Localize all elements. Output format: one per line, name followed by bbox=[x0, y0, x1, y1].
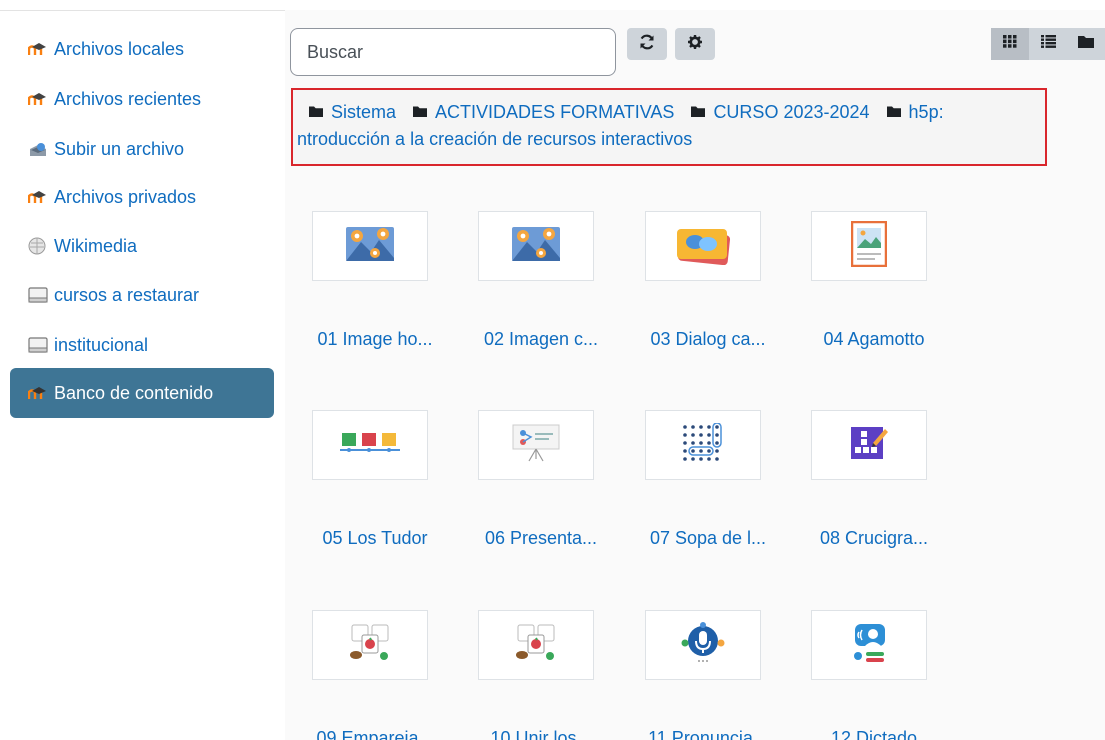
file-thumbnail bbox=[312, 610, 428, 680]
file-thumbnail bbox=[312, 211, 428, 281]
file-thumbnail bbox=[312, 410, 428, 480]
file-name: 02 Imagen c... bbox=[483, 329, 599, 349]
sidebar-item-archivos-locales[interactable]: Archivos locales bbox=[10, 24, 274, 74]
file-thumbnail bbox=[811, 610, 927, 680]
file-name: 04 Agamotto bbox=[823, 329, 925, 349]
search-input[interactable] bbox=[290, 28, 616, 76]
file-item[interactable]: 12 Dictado bbox=[799, 610, 959, 740]
moodle-logo-icon bbox=[28, 187, 50, 207]
file-thumbnail bbox=[478, 211, 594, 281]
sidebar-item-label: Wikimedia bbox=[54, 235, 138, 256]
upload-icon bbox=[28, 139, 50, 159]
breadcrumb-item-curso[interactable]: CURSO 2023-2024 bbox=[713, 102, 869, 122]
file-item[interactable]: 04 Agamotto bbox=[799, 211, 959, 371]
folder-icon bbox=[309, 98, 323, 124]
image-hotspot-icon bbox=[345, 226, 395, 267]
moodle-logo-icon bbox=[28, 39, 50, 59]
file-name: 11 Pronuncia... bbox=[648, 728, 768, 740]
speak-words-icon bbox=[679, 621, 727, 670]
folder-icon bbox=[691, 98, 706, 124]
sidebar-item-institucional[interactable]: institucional bbox=[10, 320, 274, 370]
file-item[interactable]: 11 Pronuncia... bbox=[633, 610, 793, 740]
dictation-icon bbox=[849, 622, 889, 669]
dialog-cards-icon bbox=[675, 223, 731, 270]
breadcrumb-item-actividades[interactable]: ACTIVIDADES FORMATIVAS bbox=[435, 102, 674, 122]
file-item[interactable]: 07 Sopa de l... bbox=[633, 410, 793, 570]
drive-icon bbox=[28, 285, 50, 305]
grid-view-icon bbox=[1003, 35, 1017, 53]
refresh-icon bbox=[639, 34, 655, 55]
sidebar-item-label: Banco de contenido bbox=[54, 382, 214, 403]
timeline-icon bbox=[340, 431, 400, 460]
file-thumbnail bbox=[645, 211, 761, 281]
drive-icon bbox=[28, 335, 50, 355]
moodle-logo-icon bbox=[28, 383, 50, 403]
memory-game-icon bbox=[514, 623, 558, 668]
file-name: 05 Los Tudor bbox=[322, 528, 428, 548]
image-hotspot-icon bbox=[511, 226, 561, 267]
list-view-icon bbox=[1040, 35, 1056, 53]
gear-icon bbox=[688, 34, 702, 54]
word-search-icon bbox=[681, 421, 725, 468]
sidebar-item-label: Subir un archivo bbox=[54, 138, 185, 159]
sidebar-item-cursos-a-restaurar[interactable]: cursos a restaurar bbox=[10, 270, 274, 320]
file-item[interactable]: 08 Crucigra... bbox=[799, 410, 959, 570]
breadcrumb: Sistema ACTIVIDADES FORMATIVAS CURSO 202… bbox=[291, 88, 1047, 166]
file-item[interactable]: 01 Image ho... bbox=[300, 211, 460, 371]
sidebar-item-label: Archivos recientes bbox=[54, 88, 202, 109]
breadcrumb-item-h5p[interactable]: h5p: bbox=[909, 102, 944, 122]
file-thumbnail bbox=[645, 610, 761, 680]
file-item[interactable]: 03 Dialog ca... bbox=[633, 211, 793, 371]
file-picker-sidebar: Archivos locales Archivos recientes Subi… bbox=[0, 24, 285, 740]
file-item[interactable]: 09 Empareja... bbox=[300, 610, 460, 740]
file-thumbnail bbox=[478, 410, 594, 480]
settings-button[interactable] bbox=[675, 28, 715, 60]
folder-icon bbox=[413, 98, 428, 124]
memory-game-icon bbox=[348, 623, 392, 668]
file-thumbnail bbox=[478, 610, 594, 680]
file-picker-main: Sistema ACTIVIDADES FORMATIVAS CURSO 202… bbox=[285, 10, 1105, 740]
breadcrumb-item-sistema[interactable]: Sistema bbox=[331, 102, 396, 122]
sidebar-item-banco-de-contenido[interactable]: Banco de contenido bbox=[10, 368, 274, 418]
file-name: 12 Dictado bbox=[830, 728, 918, 740]
file-name: 09 Empareja... bbox=[316, 728, 434, 740]
folder-view-button[interactable] bbox=[1067, 28, 1105, 60]
file-name: 10 Unir los... bbox=[490, 728, 592, 740]
view-switcher bbox=[991, 28, 1105, 60]
sidebar-item-archivos-privados[interactable]: Archivos privados bbox=[10, 172, 274, 222]
moodle-logo-icon bbox=[28, 89, 50, 109]
sidebar-item-wikimedia[interactable]: Wikimedia bbox=[10, 221, 274, 271]
file-name: 03 Dialog ca... bbox=[650, 329, 766, 349]
wikipedia-globe-icon bbox=[28, 236, 50, 256]
sidebar-item-subir-archivo[interactable]: Subir un archivo bbox=[10, 124, 274, 174]
sidebar-item-archivos-recientes[interactable]: Archivos recientes bbox=[10, 74, 274, 124]
sidebar-item-label: cursos a restaurar bbox=[54, 284, 200, 305]
file-name: 07 Sopa de l... bbox=[649, 528, 767, 548]
breadcrumb-item-h5p-continued[interactable]: ntroducción a la creación de recursos in… bbox=[297, 129, 692, 149]
presentation-icon bbox=[511, 423, 561, 468]
list-view-button[interactable] bbox=[1029, 28, 1067, 60]
refresh-button[interactable] bbox=[627, 28, 667, 60]
file-name: 01 Image ho... bbox=[317, 329, 433, 349]
file-name: 06 Presenta... bbox=[484, 528, 598, 548]
file-thumbnail bbox=[811, 211, 927, 281]
folder-view-icon bbox=[1078, 35, 1094, 53]
file-thumbnail bbox=[645, 410, 761, 480]
file-name: 08 Crucigra... bbox=[819, 528, 929, 548]
sidebar-item-label: Archivos locales bbox=[54, 38, 185, 59]
file-thumbnail bbox=[811, 410, 927, 480]
grid-view-button[interactable] bbox=[991, 28, 1029, 60]
file-item[interactable]: 02 Imagen c... bbox=[466, 211, 626, 371]
file-item[interactable]: 05 Los Tudor bbox=[300, 410, 460, 570]
file-item[interactable]: 10 Unir los... bbox=[466, 610, 626, 740]
file-item[interactable]: 06 Presenta... bbox=[466, 410, 626, 570]
crossword-icon bbox=[849, 423, 889, 468]
agamotto-icon bbox=[850, 220, 888, 272]
sidebar-item-label: institucional bbox=[54, 334, 149, 355]
folder-icon bbox=[886, 98, 901, 124]
sidebar-item-label: Archivos privados bbox=[54, 186, 197, 207]
